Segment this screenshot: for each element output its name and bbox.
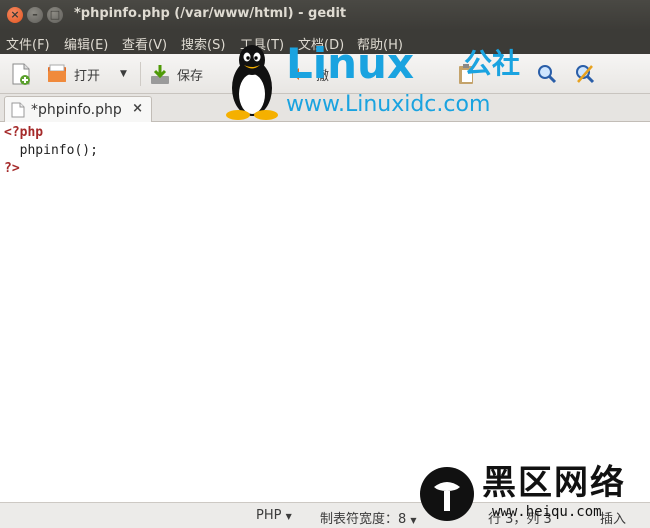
menu-bar: 文件(F) 编辑(E) 查看(V) 搜索(S) 工具(T) 文档(D) 帮助(H…	[0, 30, 650, 54]
menu-documents[interactable]: 文档(D)	[298, 34, 344, 53]
tab-bar: *phpinfo.php ×	[0, 94, 650, 123]
find-button[interactable]	[536, 60, 558, 88]
paste-button[interactable]	[455, 60, 477, 88]
tab-label: *phpinfo.php	[31, 102, 122, 118]
code-line-1: <?php	[4, 125, 44, 140]
close-tab-icon[interactable]: ×	[132, 101, 143, 116]
undo-icon	[292, 68, 306, 80]
code-line-3: ?>	[4, 161, 20, 176]
language-label: PHP	[256, 508, 282, 523]
minimize-icon: –	[32, 8, 38, 21]
tab-phpinfo[interactable]: *phpinfo.php ×	[4, 96, 152, 123]
document-icon	[11, 102, 25, 118]
find-replace-icon	[576, 65, 595, 84]
status-bar: PHP ▼ 制表符宽度：8 ▼ 行 3，列 3 插入	[0, 502, 650, 528]
save-label: 保存	[177, 68, 204, 84]
language-selector[interactable]: PHP ▼	[256, 508, 292, 523]
dropdown-arrow-icon: ▼	[120, 69, 127, 79]
menu-tools[interactable]: 工具(T)	[240, 34, 284, 53]
maximize-window-button[interactable]: □	[47, 7, 63, 23]
toolbar: 打开 ▼ 保存 撤	[0, 54, 650, 94]
close-icon: ×	[10, 8, 20, 21]
paste-icon	[459, 64, 473, 84]
window-title: *phpinfo.php (/var/www/html) - gedit	[74, 6, 347, 21]
tab-width-selector[interactable]: 制表符宽度：8 ▼	[320, 508, 417, 527]
dropdown-arrow-icon: ▼	[285, 512, 292, 521]
insert-mode: 插入	[600, 512, 627, 527]
save-button[interactable]: 保存	[149, 60, 203, 88]
save-icon	[151, 65, 169, 84]
open-label: 打开	[74, 68, 101, 84]
code-line-2: phpinfo();	[4, 143, 98, 158]
new-document-icon	[12, 63, 30, 85]
menu-file[interactable]: 文件(F)	[6, 34, 50, 53]
new-document-button[interactable]	[10, 60, 32, 88]
cursor-position: 行 3，列 3	[488, 512, 552, 527]
menu-search[interactable]: 搜索(S)	[181, 34, 225, 53]
title-bar: × – □ *phpinfo.php (/var/www/html) - ged…	[0, 0, 650, 30]
dropdown-arrow-icon: ▼	[410, 516, 417, 525]
recent-files-dropdown[interactable]: ▼	[120, 60, 127, 88]
toolbar-separator	[140, 62, 141, 86]
minimize-window-button[interactable]: –	[27, 7, 43, 23]
menu-edit[interactable]: 编辑(E)	[64, 34, 108, 53]
menu-view[interactable]: 查看(V)	[122, 34, 167, 53]
close-window-button[interactable]: ×	[7, 7, 23, 23]
text-editor[interactable]: <?php phpinfo(); ?>	[0, 122, 650, 502]
maximize-icon: □	[49, 8, 61, 21]
folder-open-icon	[48, 64, 66, 82]
open-button[interactable]: 打开	[46, 60, 100, 88]
replace-button[interactable]	[574, 60, 596, 88]
menu-help[interactable]: 帮助(H)	[357, 34, 403, 53]
undo-label: 撤	[316, 68, 330, 84]
tab-width-label: 制表符宽度：8	[320, 512, 407, 527]
undo-button[interactable]: 撤	[288, 60, 329, 88]
search-icon	[538, 65, 557, 84]
